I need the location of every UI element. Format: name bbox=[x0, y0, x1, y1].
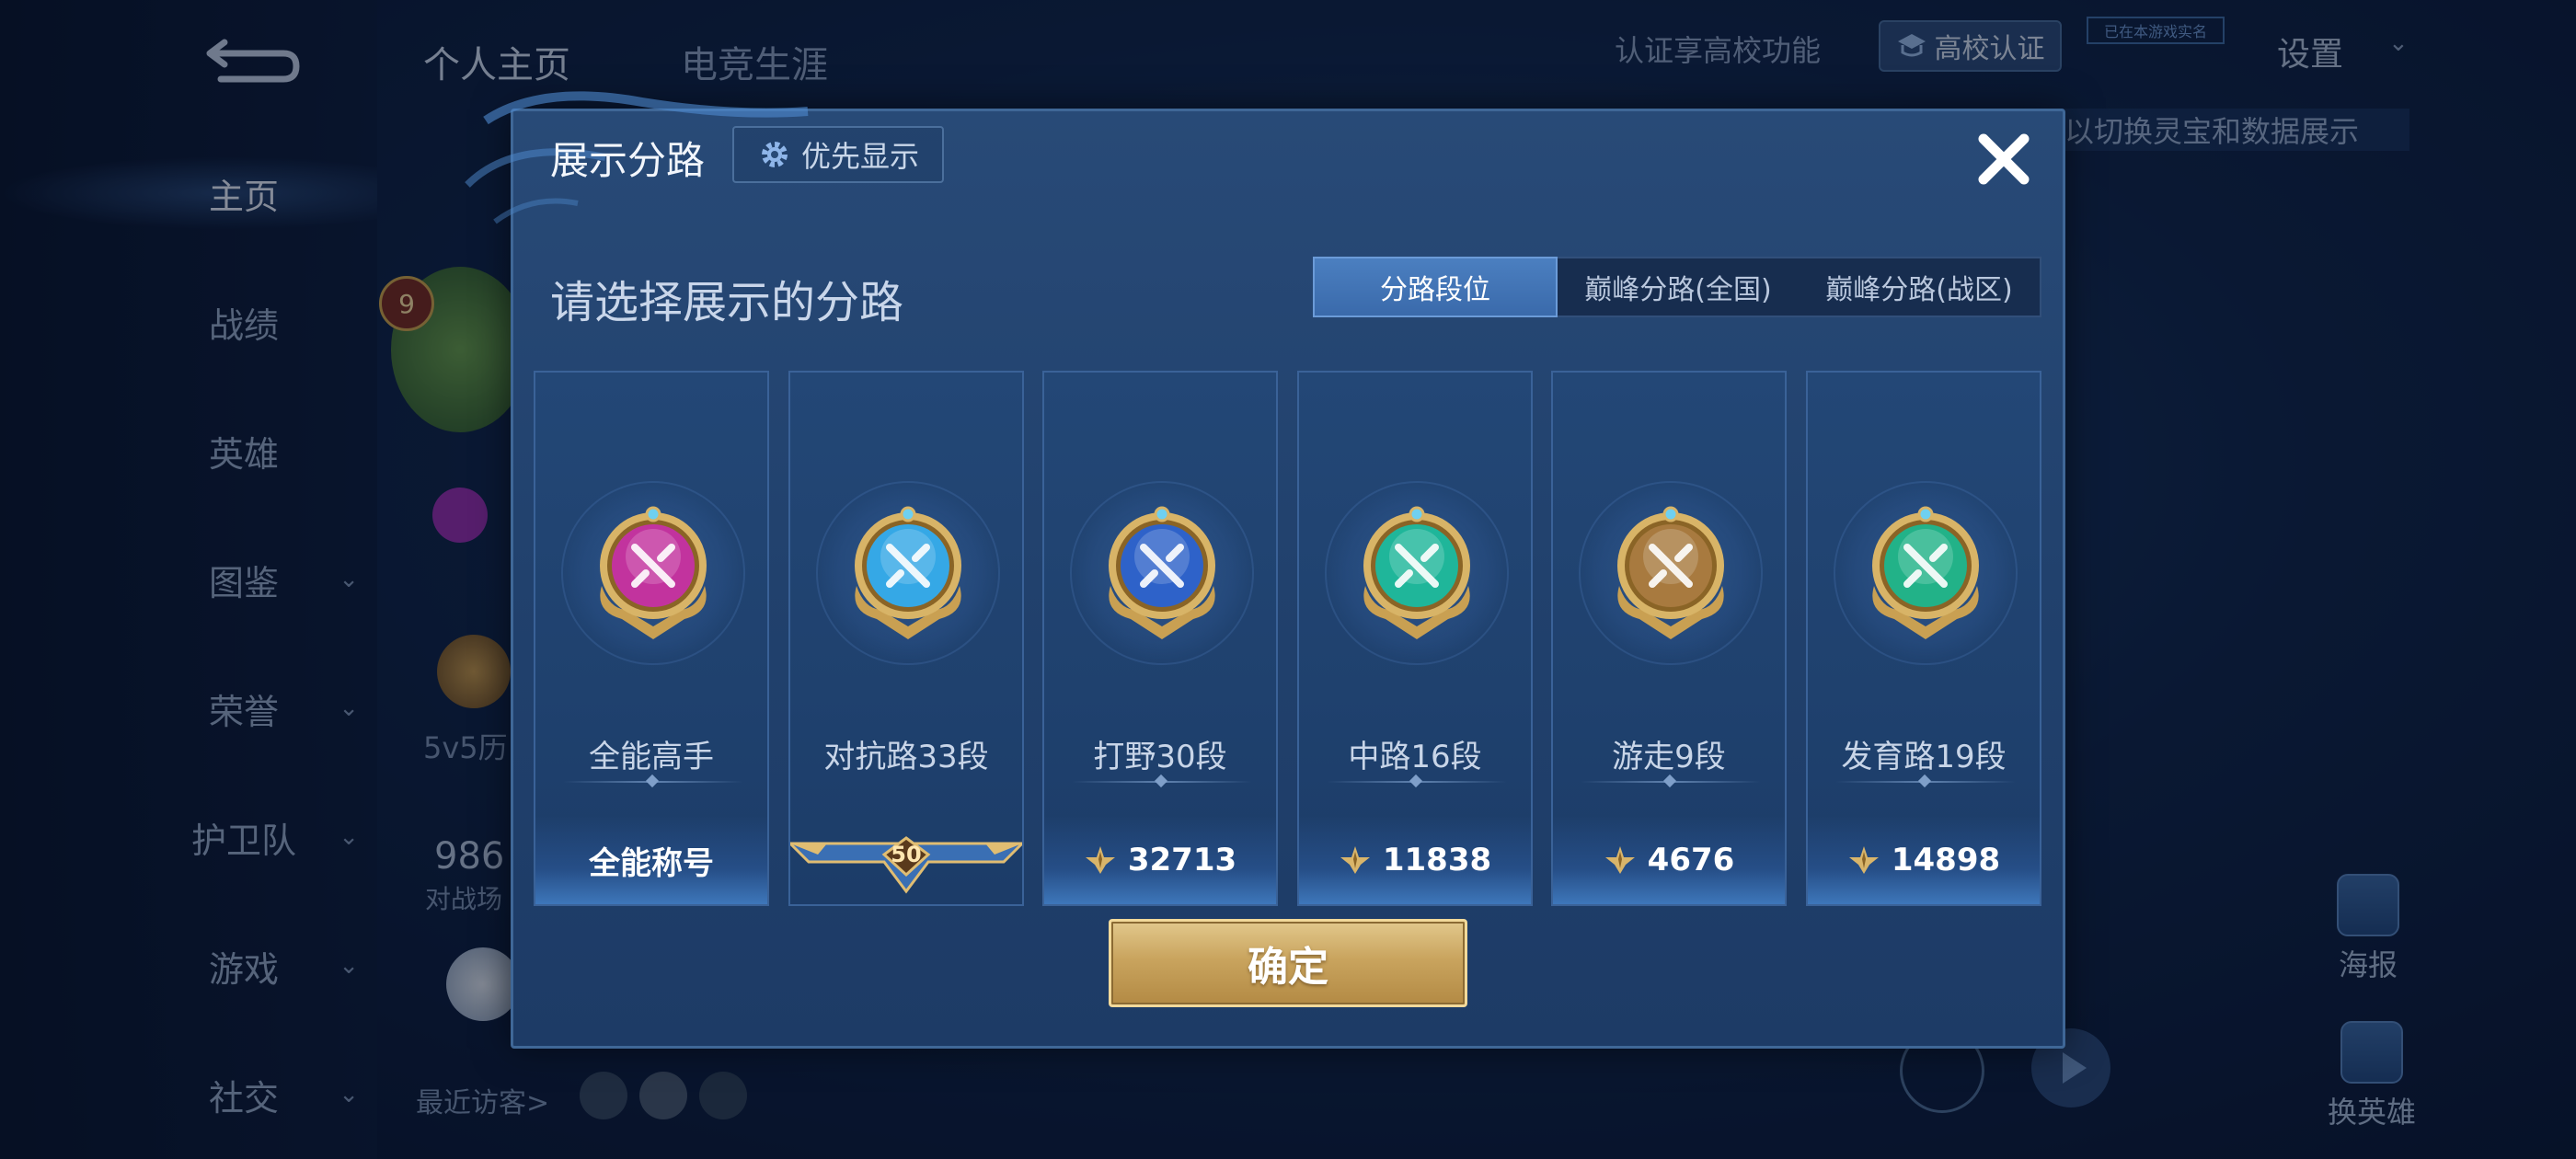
dialog-title: 展示分路 bbox=[550, 138, 706, 183]
tab-lane-rank[interactable]: 分路段位 bbox=[1313, 257, 1558, 317]
card-divider bbox=[1581, 781, 1761, 783]
mid-lane-icon bbox=[1363, 506, 1470, 639]
lane-card-footer: 14898 bbox=[1808, 816, 2040, 904]
lane-card-footer: 全能称号 bbox=[535, 816, 767, 904]
select-lane-prompt: 请选择展示的分路 bbox=[550, 277, 904, 328]
lane-card-name: 中路16段 bbox=[1348, 739, 1482, 775]
lane-card[interactable]: 打野30段 32713 bbox=[1042, 371, 1278, 906]
farm-lane-icon bbox=[1872, 506, 1979, 639]
lane-card-footer: 4676 bbox=[1553, 816, 1785, 904]
lane-card[interactable]: 游走9段 4676 bbox=[1551, 371, 1787, 906]
lane-card-name: 发育路19段 bbox=[1841, 739, 2007, 775]
peak-score-icon bbox=[1604, 846, 1635, 874]
priority-display-button[interactable]: 优先显示 bbox=[732, 126, 944, 183]
lane-card-footer: 50 bbox=[790, 816, 1022, 904]
lane-card[interactable]: 发育路19段 14898 bbox=[1806, 371, 2041, 906]
lane-card-name: 游走9段 bbox=[1612, 739, 1726, 775]
card-divider bbox=[563, 781, 743, 783]
lane-card-name: 打野30段 bbox=[1093, 739, 1227, 775]
peak-score-value: 14898 bbox=[1891, 842, 2001, 878]
lane-display-dialog: 展示分路 优先显示 请选择展示的分路 分路段位 巅峰分路(全国) 巅峰分路(战区… bbox=[465, 91, 2065, 1049]
tab-peak-region[interactable]: 巅峰分路(战区) bbox=[1799, 258, 2040, 316]
star-count: 50 bbox=[891, 842, 922, 867]
lane-mode-tabs: 分路段位 巅峰分路(全国) 巅峰分路(战区) bbox=[1313, 257, 2041, 317]
clash-lane-icon bbox=[855, 506, 961, 639]
lane-card-name: 对抗路33段 bbox=[823, 739, 989, 775]
gear-icon bbox=[761, 142, 788, 167]
allround-title-label: 全能称号 bbox=[589, 844, 714, 882]
lane-card-list: 全能高手 全能称号 对抗路33段 50 打野30段 32713 中路16段 11838 游走9段… bbox=[534, 371, 2050, 910]
peak-score-value: 4676 bbox=[1647, 842, 1735, 878]
close-icon bbox=[1978, 133, 2030, 185]
peak-score-value: 11838 bbox=[1382, 842, 1492, 878]
lane-card-footer: 32713 bbox=[1044, 816, 1276, 904]
lane-card-footer: 11838 bbox=[1299, 816, 1531, 904]
peak-score-icon bbox=[1085, 846, 1115, 874]
tab-peak-national[interactable]: 巅峰分路(全国) bbox=[1558, 258, 1799, 316]
close-button[interactable] bbox=[1969, 124, 2039, 194]
card-divider bbox=[1327, 781, 1507, 783]
peak-score-icon bbox=[1340, 846, 1370, 874]
confirm-label: 确定 bbox=[1248, 944, 1328, 991]
confirm-button[interactable]: 确定 bbox=[1109, 919, 1467, 1007]
priority-display-label: 优先显示 bbox=[800, 139, 919, 174]
allround-icon bbox=[600, 506, 707, 639]
lane-card[interactable]: 全能高手 全能称号 bbox=[534, 371, 769, 906]
card-divider bbox=[1835, 781, 2016, 783]
card-divider bbox=[1072, 781, 1252, 783]
lane-card-name: 全能高手 bbox=[589, 739, 714, 775]
jungle-icon bbox=[1109, 506, 1215, 639]
peak-score-value: 32713 bbox=[1127, 842, 1237, 878]
peak-score-icon bbox=[1848, 846, 1879, 874]
lane-card[interactable]: 对抗路33段 50 bbox=[788, 371, 1024, 906]
roam-icon bbox=[1617, 506, 1724, 639]
lane-card[interactable]: 中路16段 11838 bbox=[1297, 371, 1533, 906]
